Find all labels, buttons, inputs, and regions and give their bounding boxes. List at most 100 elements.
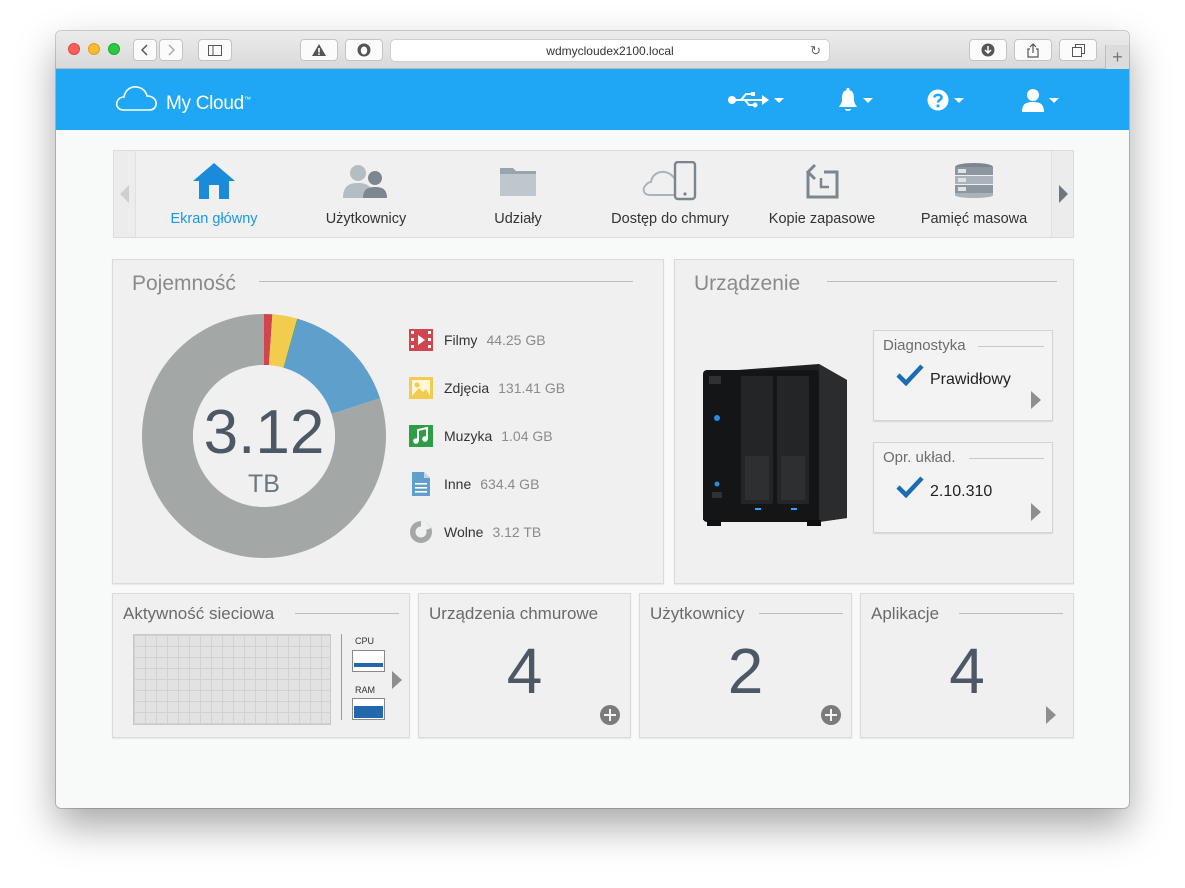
ghostery-button[interactable] — [345, 39, 383, 61]
capacity-panel[interactable]: Pojemność 3.12 TB Filmy 44.25 GB Zdjęcia… — [112, 259, 664, 584]
logo-text: My Cloud — [166, 93, 244, 114]
sidebar-button[interactable] — [198, 39, 232, 61]
film-icon — [409, 328, 433, 352]
tile-divider — [978, 346, 1044, 347]
minimize-window-button[interactable] — [88, 43, 100, 55]
nav-item-cloud-access[interactable]: Dostęp do chmury — [594, 151, 746, 237]
notifications-menu[interactable] — [838, 87, 873, 113]
account-menu[interactable] — [1022, 87, 1059, 113]
chevron-right-icon[interactable] — [1046, 706, 1056, 724]
app-logo[interactable]: My Cloud™ — [166, 93, 251, 115]
legend-item-muzyka: Muzyka 1.04 GB — [409, 424, 553, 448]
legend-value: 3.12 TB — [492, 524, 542, 540]
address-bar[interactable]: wdmycloudex2100.local ↻ — [390, 39, 830, 62]
chevron-left-icon — [119, 185, 129, 203]
panel-title: Pojemność — [132, 272, 236, 295]
legend-label: Filmy — [444, 332, 478, 348]
chevron-right-icon — [1058, 185, 1068, 203]
firmware-tile[interactable]: Opr. układ. 2.10.310 — [873, 442, 1053, 533]
capacity-total-unit: TB — [248, 470, 280, 498]
cloud-devices-count: 4 — [506, 635, 543, 707]
sidebar-icon — [208, 44, 222, 56]
address-text: wdmycloudex2100.local — [546, 43, 674, 58]
chevron-down-icon — [1049, 97, 1059, 103]
legend-label: Muzyka — [444, 428, 493, 444]
legend-label: Inne — [444, 476, 472, 492]
users-icon — [343, 165, 387, 198]
zoom-window-button[interactable] — [108, 43, 120, 55]
reload-icon[interactable]: ↻ — [810, 43, 821, 59]
network-activity-panel[interactable]: Aktywność sieciowa CPU RAM — [112, 593, 410, 738]
legend-value: 634.4 GB — [480, 476, 540, 492]
apps-card[interactable]: Aplikacje 4 — [860, 593, 1074, 738]
chevron-right-icon[interactable] — [1031, 391, 1041, 409]
capacity-total-value: 3.12 — [204, 398, 325, 467]
apps-count: 4 — [949, 635, 985, 707]
add-user-button[interactable] — [821, 705, 841, 725]
home-icon — [193, 163, 235, 199]
device-panel[interactable]: Urządzenie Diagnostyka Prawidłowy Opr. u… — [674, 259, 1074, 584]
title-divider — [295, 613, 399, 614]
share-button[interactable] — [1014, 39, 1052, 61]
nav-item-label: Użytkownicy — [325, 211, 407, 227]
download-icon — [981, 43, 995, 57]
nav-item-storage[interactable]: Pamięć masowa — [898, 151, 1050, 237]
tabs-overview-button[interactable] — [1059, 39, 1097, 61]
app-header: My Cloud™ — [56, 69, 1129, 130]
card-title: Użytkownicy — [650, 604, 745, 623]
nav-item-home[interactable]: Ekran główny — [138, 151, 290, 237]
cpu-meter — [352, 650, 385, 672]
document-icon — [409, 472, 433, 496]
browser-window: wdmycloudex2100.local ↻ + My Cloud™ Ekra… — [56, 31, 1129, 808]
nav-item-backups[interactable]: Kopie zapasowe — [746, 151, 898, 237]
warning-icon — [312, 44, 326, 56]
chevron-down-icon — [863, 97, 873, 103]
users-card[interactable]: Użytkownicy 2 — [639, 593, 852, 738]
help-menu[interactable] — [927, 87, 964, 113]
help-icon — [927, 89, 949, 111]
cloud-devices-card[interactable]: Urządzenia chmurowe 4 — [418, 593, 631, 738]
graph-separator — [341, 634, 342, 720]
title-divider — [259, 281, 633, 282]
bell-icon — [839, 88, 857, 111]
chevron-right-icon[interactable] — [392, 671, 402, 689]
ram-label: RAM — [355, 685, 375, 695]
tile-divider — [969, 458, 1044, 459]
check-icon — [896, 364, 924, 387]
legend-value: 131.41 GB — [498, 380, 566, 396]
pie-icon — [409, 520, 433, 544]
close-window-button[interactable] — [68, 43, 80, 55]
browser-toolbar: wdmycloudex2100.local ↻ + — [56, 31, 1129, 69]
network-graph — [133, 634, 331, 725]
nas-device-image — [703, 364, 847, 526]
forward-button[interactable] — [159, 39, 183, 61]
nav-item-label: Dostęp do chmury — [611, 211, 729, 227]
nav-item-label: Pamięć masowa — [920, 211, 1028, 227]
new-tab-button[interactable]: + — [1105, 45, 1129, 69]
legend-value: 44.25 GB — [486, 332, 546, 348]
nav-prev-button[interactable] — [114, 151, 136, 237]
nav-item-users[interactable]: Użytkownicy — [290, 151, 442, 237]
nav-item-shares[interactable]: Udziały — [442, 151, 594, 237]
panel-title: Aktywność sieciowa — [123, 604, 275, 623]
add-cloud-device-button[interactable] — [600, 705, 620, 725]
chevron-right-icon[interactable] — [1031, 503, 1041, 521]
legend-label: Zdjęcia — [444, 380, 490, 396]
nav-item-label: Udziały — [494, 211, 542, 227]
music-icon — [409, 424, 433, 448]
tile-title: Opr. układ. — [883, 449, 956, 466]
legend-item-inne: Inne 634.4 GB — [409, 472, 539, 496]
tabs-icon — [1071, 43, 1085, 57]
cloud-logo-icon — [115, 86, 157, 111]
logo-trademark: ™ — [243, 96, 251, 104]
usb-menu[interactable] — [727, 87, 784, 113]
back-button[interactable] — [133, 39, 157, 61]
warning-button[interactable] — [300, 39, 338, 61]
downloads-button[interactable] — [969, 39, 1007, 61]
chevron-down-icon — [774, 97, 784, 103]
nav-next-button[interactable] — [1051, 151, 1073, 237]
diagnostics-tile[interactable]: Diagnostyka Prawidłowy — [873, 330, 1053, 421]
title-divider — [959, 613, 1063, 614]
photo-icon — [409, 376, 433, 400]
cloud-device-icon — [642, 161, 697, 201]
